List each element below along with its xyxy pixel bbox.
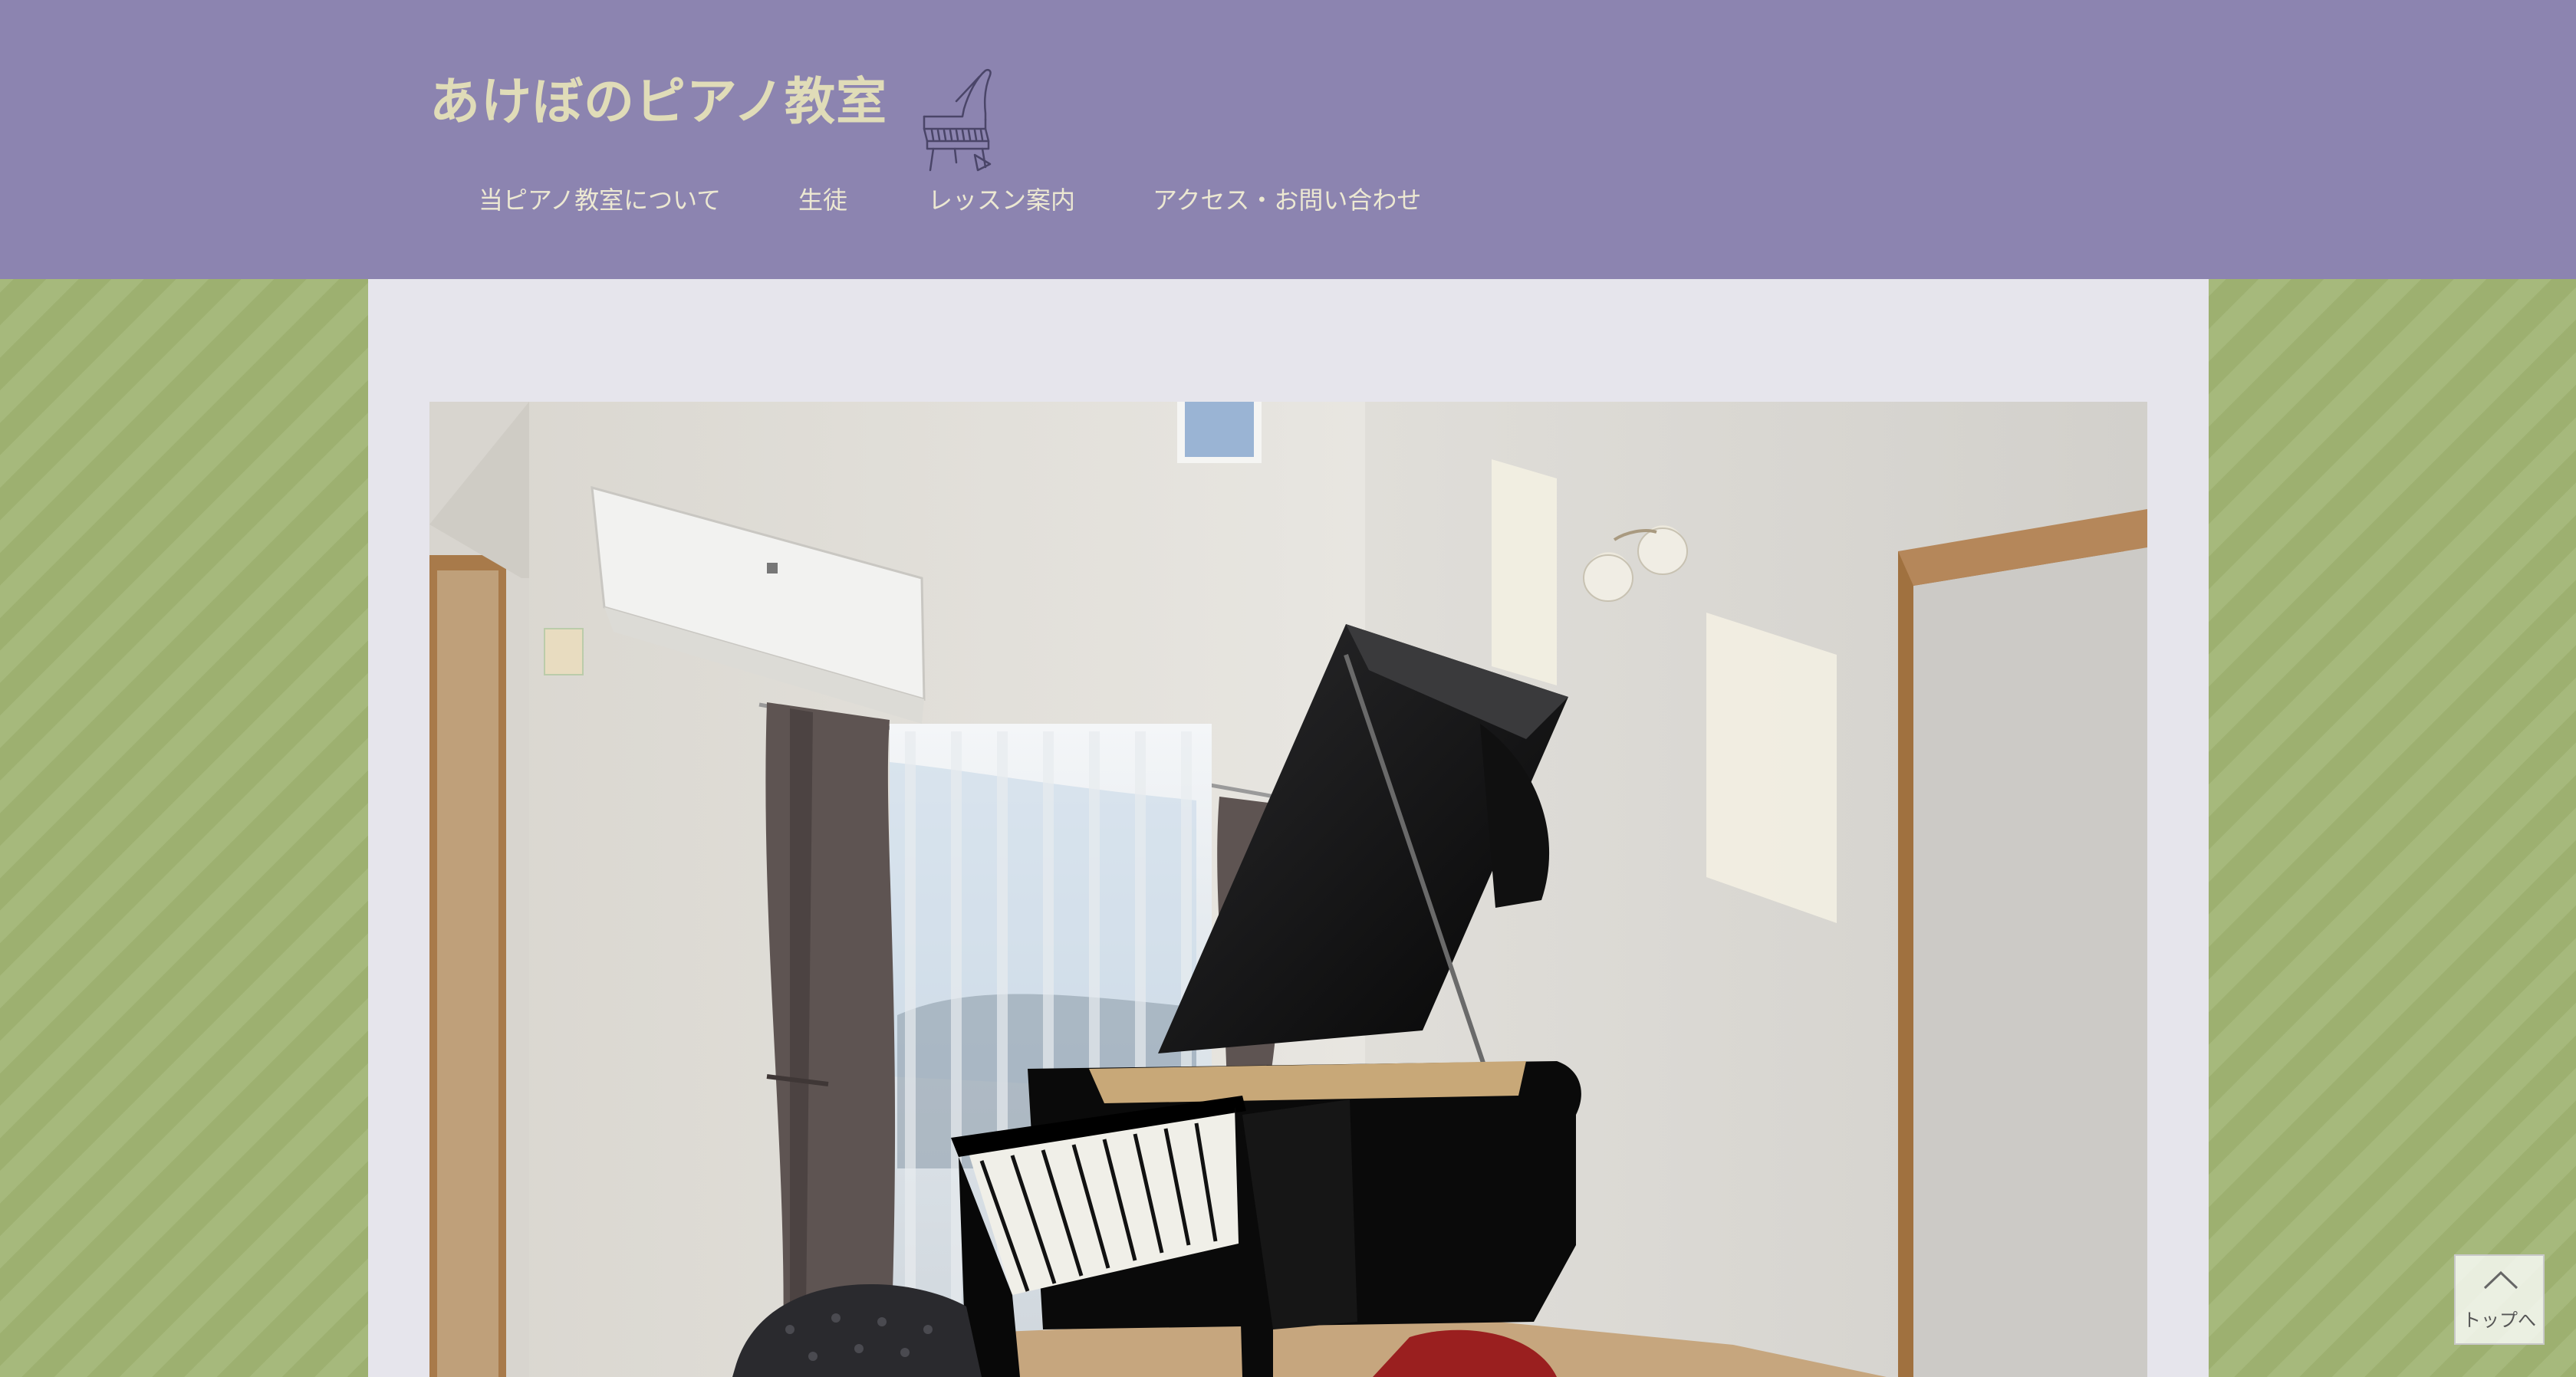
- back-to-top-label: トップへ: [2462, 1310, 2536, 1331]
- hero-image: [429, 402, 2147, 1377]
- site-header: あけぼのピアノ教室 当ピアノ教室について 生徒 レッスン案内 アクセス・お問い合…: [0, 0, 2576, 279]
- grand-piano-logo-icon: [923, 69, 992, 172]
- piano-room-photo: [429, 402, 2147, 1377]
- chevron-up-icon: [2483, 1270, 2518, 1290]
- main-content: [368, 279, 2209, 1377]
- nav-item-students[interactable]: 生徒: [798, 181, 847, 219]
- nav-item-lessons[interactable]: レッスン案内: [928, 181, 1075, 219]
- site-title[interactable]: あけぼのピアノ教室: [429, 77, 887, 127]
- nav-item-about[interactable]: 当ピアノ教室について: [479, 181, 721, 219]
- nav-item-access-contact[interactable]: アクセス・お問い合わせ: [1153, 181, 1421, 219]
- back-to-top-button[interactable]: トップへ: [2454, 1254, 2545, 1345]
